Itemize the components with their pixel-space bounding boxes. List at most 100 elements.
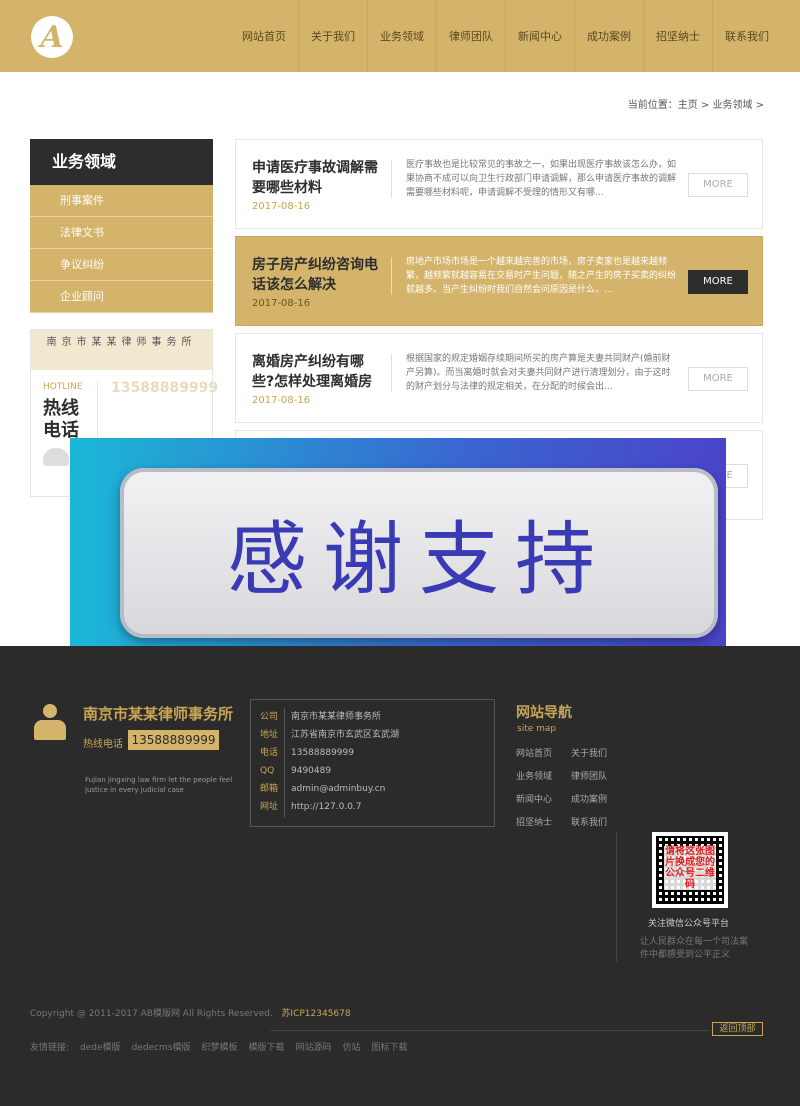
info-value: admin@adminbuy.cn (291, 784, 386, 794)
main-nav: 网站首页 关于我们 业务领域 律师团队 新闻中心 成功案例 招坚纳士 联系我们 (230, 0, 781, 72)
sidebar-item-advisor[interactable]: 企业顾问 (30, 281, 213, 313)
info-row: 地址 江苏省南京市玄武区玄武湖 (251, 726, 494, 744)
friend-link[interactable]: 网站源码 (296, 1040, 332, 1053)
divider (616, 832, 617, 962)
nav-item-team[interactable]: 律师团队 (436, 0, 505, 72)
more-button[interactable]: MORE (688, 270, 748, 294)
site-footer: 南京市某某律师事务所 热线电话 13588889999 Fujian jingx… (0, 646, 800, 1106)
article-summary: 房地产市场市场是一个越来越完善的市场，房子卖家也是越来越频繁，越频繁就越容易在交… (406, 257, 677, 295)
nav-item-contact[interactable]: 联系我们 (712, 0, 781, 72)
article-item[interactable]: 离婚房产纠纷有哪些?怎样处理离婚房 2017-08-16 根据国家的规定婚姻存续… (235, 333, 763, 423)
lawyer-icon (34, 704, 66, 740)
nav-item-news[interactable]: 新闻中心 (505, 0, 574, 72)
article-date: 2017-08-16 (252, 201, 311, 212)
hotline-cn-label: 热线电话 (43, 398, 79, 441)
friend-links: 友情链接: dede模版 dedecms模版 织梦模板 模版下载 网站源码 仿站… (30, 1040, 408, 1053)
divider (391, 160, 392, 198)
sitemap-subtitle: site map (517, 724, 557, 734)
info-value: 南京市某某律师事务所 (291, 712, 382, 722)
info-key: 电话 (260, 748, 279, 758)
info-key: 地址 (260, 730, 279, 740)
copyright: Copyright @ 2011-2017 AB模版网 All Rights R… (30, 1006, 351, 1019)
thanks-banner-image: 感谢支持 (70, 438, 726, 674)
nav-item-about[interactable]: 关于我们 (298, 0, 367, 72)
info-key: 公司 (260, 712, 279, 722)
footer-slogan: Fujian jingxing law firm let the people … (85, 776, 233, 794)
info-key: 邮箱 (260, 784, 279, 794)
phone-icon (43, 448, 69, 466)
site-logo[interactable]: A (31, 16, 73, 58)
friend-link[interactable]: 织梦模板 (201, 1040, 237, 1053)
contact-box-title: 南京市某某律师事务所 (31, 330, 212, 370)
info-key: 网址 (260, 802, 279, 812)
footer-link-home[interactable]: 网站首页 (516, 746, 552, 759)
hotline-number: 13588889999 (111, 380, 219, 396)
article-item[interactable]: 申请医疗事故调解需要哪些材料 2017-08-16 医疗事故也是比较常见的事故之… (235, 139, 763, 229)
friend-link[interactable]: 模版下载 (248, 1040, 284, 1053)
article-date: 2017-08-16 (252, 395, 311, 406)
divider (97, 380, 98, 440)
footer-link-about[interactable]: 关于我们 (571, 746, 607, 759)
article-date: 2017-08-16 (252, 298, 311, 309)
qr-description: 让人民群众在每一个司法案件中都感受到公平正义 (640, 937, 749, 960)
sidebar-title: 业务领域 (30, 139, 213, 185)
info-value: 9490489 (291, 766, 332, 776)
footer-hotline-number: 13588889999 (128, 730, 219, 750)
thanks-text: 感谢支持 (227, 513, 611, 606)
divider (270, 1030, 710, 1031)
divider (391, 257, 392, 295)
copyright-text: Copyright @ 2011-2017 AB模版网 All Rights R… (30, 1009, 273, 1019)
info-value: 江苏省南京市玄武区玄武湖 (291, 730, 400, 740)
info-row: 邮箱 admin@adminbuy.cn (251, 780, 494, 798)
info-row: 公司 南京市某某律师事务所 (251, 708, 494, 726)
divider (391, 354, 392, 392)
footer-link-jobs[interactable]: 招坚纳士 (516, 815, 552, 828)
footer-contact-info: 公司 南京市某某律师事务所 地址 江苏省南京市玄武区玄武湖 电话 1358888999… (250, 699, 495, 827)
friend-link[interactable]: 仿站 (343, 1040, 361, 1053)
footer-link-news[interactable]: 新闻中心 (516, 792, 552, 805)
article-title[interactable]: 房子房产纠纷咨询电话该怎么解决 (252, 255, 382, 295)
thanks-banner-plate: 感谢支持 (120, 468, 718, 638)
more-button[interactable]: MORE (688, 367, 748, 391)
article-summary: 医疗事故也是比较常见的事故之一，如果出现医疗事故该怎么办，如果协商不成可以向卫生… (406, 160, 677, 198)
breadcrumb[interactable]: 当前位置：主页 > 业务领域 > (628, 96, 764, 111)
nav-item-business[interactable]: 业务领域 (367, 0, 436, 72)
sitemap-title: 网站导航 (516, 705, 572, 721)
qr-code-image: 请将这张图片换成您的公众号二维码 (652, 832, 728, 908)
site-header: A 网站首页 关于我们 业务领域 律师团队 新闻中心 成功案例 招坚纳士 联系我… (0, 0, 800, 72)
friend-link[interactable]: 图标下载 (372, 1040, 408, 1053)
sidebar-item-criminal[interactable]: 刑事案件 (30, 185, 213, 217)
friend-link[interactable]: dede模版 (80, 1040, 121, 1053)
hotline-en-label: HOTLINE (43, 382, 83, 392)
friend-links-label: 友情链接: (30, 1043, 70, 1053)
article-title[interactable]: 申请医疗事故调解需要哪些材料 (252, 158, 382, 198)
footer-link-cases[interactable]: 成功案例 (571, 792, 607, 805)
sidebar-item-documents[interactable]: 法律文书 (30, 217, 213, 249)
footer-hotline-label: 热线电话 (83, 739, 123, 750)
footer-link-business[interactable]: 业务领域 (516, 769, 552, 782)
logo-letter: A (40, 19, 64, 55)
qr-code-pattern: 请将这张图片换成您的公众号二维码 (656, 836, 724, 904)
footer-link-contact[interactable]: 联系我们 (571, 815, 607, 828)
sidebar: 业务领域 刑事案件 法律文书 争议纠纷 企业顾问 (30, 139, 213, 313)
qr-placeholder-text: 请将这张图片换成您的公众号二维码 (664, 846, 716, 890)
article-title[interactable]: 离婚房产纠纷有哪些?怎样处理离婚房 (252, 352, 382, 392)
article-item[interactable]: 房子房产纠纷咨询电话该怎么解决 2017-08-16 房地产市场市场是一个越来越… (235, 236, 763, 326)
nav-item-jobs[interactable]: 招坚纳士 (643, 0, 712, 72)
footer-link-team[interactable]: 律师团队 (571, 769, 607, 782)
info-row: QQ 9490489 (251, 762, 494, 780)
footer-firm-name: 南京市某某律师事务所 (83, 705, 234, 723)
nav-item-home[interactable]: 网站首页 (230, 0, 298, 72)
info-row: 电话 13588889999 (251, 744, 494, 762)
qr-label: 关注微信公众号平台 (648, 919, 730, 929)
info-value[interactable]: http://127.0.0.7 (291, 798, 362, 816)
info-key: QQ (260, 766, 275, 776)
more-button[interactable]: MORE (688, 173, 748, 197)
friend-link[interactable]: dedecms模版 (132, 1040, 191, 1053)
article-summary: 根据国家的规定婚姻存续期间所买的房产算是夫妻共同财产(婚前财产另算)。而当离婚时… (406, 354, 671, 392)
info-value: 13588889999 (291, 748, 354, 758)
sidebar-item-disputes[interactable]: 争议纠纷 (30, 249, 213, 281)
nav-item-cases[interactable]: 成功案例 (574, 0, 643, 72)
icp-link[interactable]: 苏ICP12345678 (281, 1009, 350, 1019)
back-to-top-button[interactable]: 返回顶部 (712, 1022, 763, 1036)
